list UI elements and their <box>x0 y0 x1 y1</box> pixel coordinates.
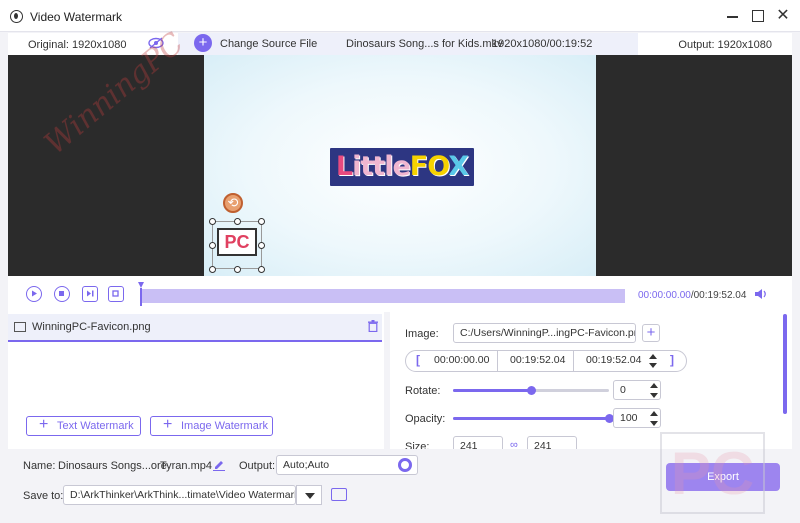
minimize-button[interactable] <box>723 6 743 26</box>
size-height-input[interactable]: 241 <box>527 436 577 449</box>
size-width-input[interactable]: 241 <box>453 436 503 449</box>
source-info-bar: Original: 1920x1080 + Change Source File… <box>8 33 792 55</box>
layer-item[interactable]: WinningPC-Favicon.png <box>8 314 382 342</box>
resize-handle[interactable] <box>258 242 265 249</box>
time-readout: 00:00:00.00/00:19:52.04 <box>638 290 746 301</box>
output-file-name: Dinosaurs Songs...ore <box>58 460 167 472</box>
add-source-icon[interactable]: + <box>194 34 212 52</box>
output-file-ext: Tyran.mp4 <box>160 460 212 472</box>
spin-down-icon[interactable] <box>649 363 657 368</box>
duration-field[interactable]: 00:19:52.04 <box>580 351 660 371</box>
source-file-info: 1920x1080/00:19:52 <box>492 38 593 50</box>
resize-handle[interactable] <box>209 266 216 273</box>
stop-button[interactable] <box>54 286 70 302</box>
folder-icon[interactable] <box>331 488 347 501</box>
spin-down-icon[interactable] <box>650 393 658 398</box>
playback-bar: 00:00:00.00/00:19:52.04 <box>8 276 792 312</box>
size-label: Size: <box>405 441 430 449</box>
opacity-slider[interactable] <box>453 414 614 423</box>
close-button[interactable]: ✕ <box>773 6 793 26</box>
rotate-label: Rotate: <box>405 385 441 397</box>
start-time-field[interactable]: 00:00:00.00 <box>428 351 498 371</box>
change-source-button[interactable]: Change Source File <box>220 38 317 50</box>
save-path-dropdown[interactable] <box>296 485 322 505</box>
rotate-slider-knob[interactable] <box>527 386 536 395</box>
name-label: Name: <box>23 460 56 472</box>
trash-icon[interactable] <box>368 320 378 332</box>
window-title: Video Watermark <box>30 10 123 24</box>
rotate-slider[interactable] <box>453 386 609 395</box>
image-label: Image: <box>405 328 439 340</box>
play-button[interactable] <box>26 286 42 302</box>
layer-label: WinningPC-Favicon.png <box>32 321 151 333</box>
resize-handle[interactable] <box>234 266 241 273</box>
timeline-track[interactable] <box>141 289 625 303</box>
image-watermark-button[interactable]: Image Watermark <box>150 416 273 436</box>
end-time-field[interactable]: 00:19:52.04 <box>504 351 574 371</box>
image-icon <box>14 322 26 332</box>
link-ratio-icon[interactable]: ∞ <box>510 439 518 449</box>
source-file-name: Dinosaurs Song...s for Kids.mkv <box>346 38 503 50</box>
total-time: /00:19:52.04 <box>690 290 747 301</box>
output-label: Output: <box>239 460 276 472</box>
spin-up-icon[interactable] <box>650 383 658 388</box>
scrollbar-thumb[interactable] <box>783 314 787 414</box>
video-preview: WinningPC LittleFOX ⟲ PC <box>8 26 792 276</box>
resize-handle[interactable] <box>209 242 216 249</box>
app-logo-icon <box>10 10 23 23</box>
resize-handle[interactable] <box>234 218 241 225</box>
pencil-icon[interactable] <box>213 459 225 471</box>
set-end-icon[interactable]: ] <box>670 353 674 367</box>
gear-icon[interactable] <box>398 458 412 472</box>
save-path-field[interactable]: D:\ArkThinker\ArkThink...timate\Video Wa… <box>63 485 296 505</box>
watermark-layer-panel: WinningPC-Favicon.png Text Watermark Ima… <box>8 312 384 449</box>
add-image-button[interactable]: + <box>642 324 660 342</box>
opacity-label: Opacity: <box>405 413 446 425</box>
resize-handle[interactable] <box>209 218 216 225</box>
image-path-field[interactable]: C:/Users/WinningP...ingPC-Favicon.png <box>453 323 636 343</box>
spin-down-icon[interactable] <box>650 421 658 426</box>
output-settings-field[interactable]: Auto;Auto <box>276 455 418 475</box>
opacity-slider-fill <box>453 417 609 420</box>
set-start-icon[interactable]: [ <box>416 353 420 367</box>
text-watermark-button[interactable]: Text Watermark <box>26 416 141 436</box>
original-resolution: Original: 1920x1080 <box>28 39 127 51</box>
save-to-label: Save to: <box>23 490 64 502</box>
next-frame-button[interactable] <box>82 286 98 302</box>
watermark-settings-panel: Image: C:/Users/WinningP...ingPC-Favicon… <box>390 312 780 449</box>
current-time: 00:00:00.00 <box>638 290 691 301</box>
settings-scrollbar[interactable] <box>780 312 792 449</box>
pc-logo-watermark: PC <box>660 432 765 514</box>
rotate-slider-fill <box>453 389 531 392</box>
resize-handle[interactable] <box>258 266 265 273</box>
output-resolution: Output: 1920x1080 <box>678 39 772 51</box>
spin-up-icon[interactable] <box>649 354 657 359</box>
timeline-playhead[interactable] <box>138 282 144 306</box>
watermark-image: PC <box>217 228 257 256</box>
title-bar: Video Watermark ✕ <box>0 0 800 32</box>
little-fox-logo: LittleFOX <box>330 148 474 186</box>
spin-up-icon[interactable] <box>650 411 658 416</box>
volume-icon[interactable] <box>754 288 768 300</box>
rotate-handle-icon[interactable]: ⟲ <box>223 193 243 213</box>
video-frame[interactable]: LittleFOX ⟲ PC <box>204 55 596 276</box>
resize-handle[interactable] <box>258 218 265 225</box>
watermark-selection-box[interactable]: PC <box>209 218 265 273</box>
fit-frame-button[interactable] <box>108 286 124 302</box>
maximize-button[interactable] <box>748 6 768 26</box>
